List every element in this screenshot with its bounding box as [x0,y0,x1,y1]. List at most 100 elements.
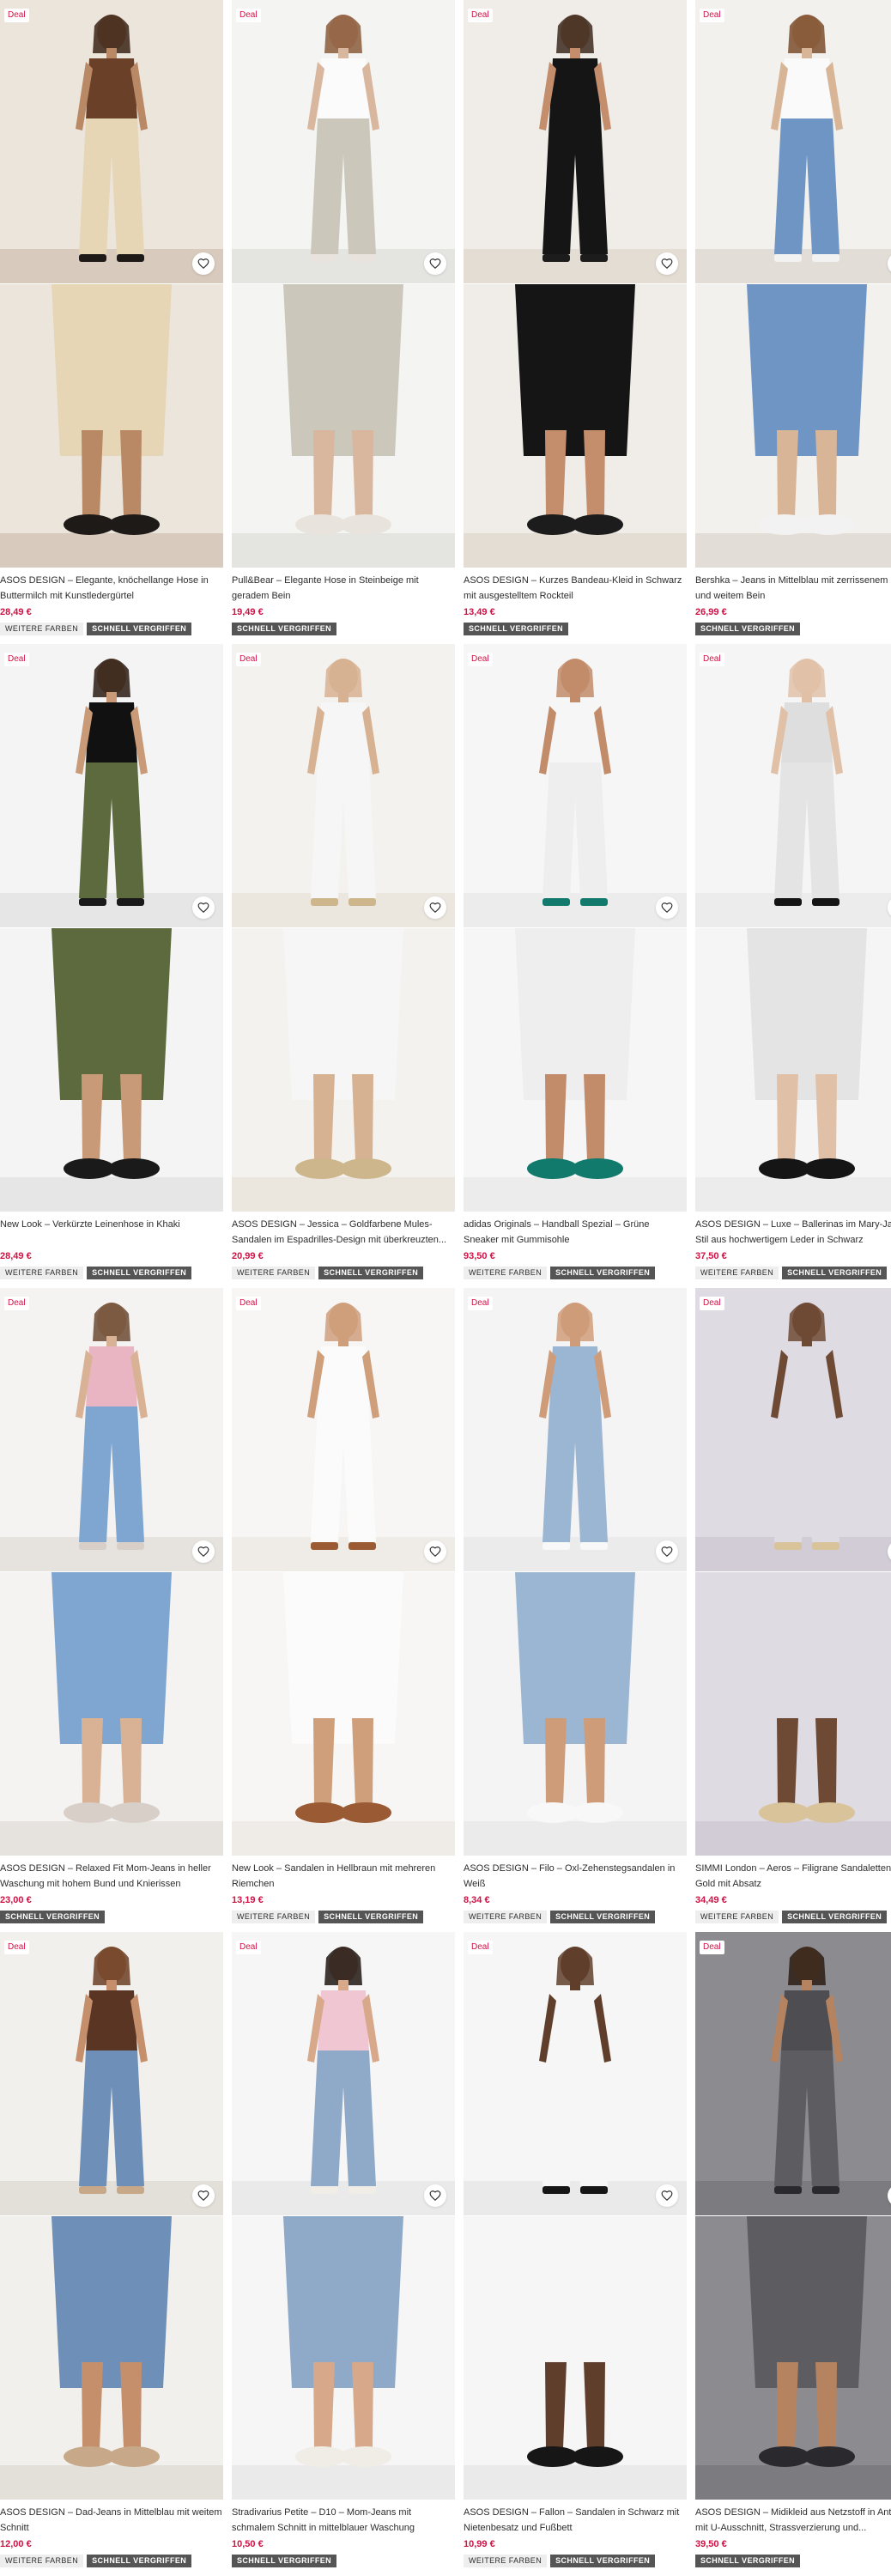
product-image-primary[interactable]: Deal [232,0,455,283]
save-for-later-button[interactable] [424,252,446,275]
product-card[interactable]: Deal Bershka – Jeans in Mittelblau mit ze… [695,0,891,635]
product-image-secondary[interactable] [0,284,223,568]
more-colours-badge[interactable]: WEITERE FARBEN [464,1267,548,1279]
more-colours-badge[interactable]: WEITERE FARBEN [232,1911,316,1923]
product-title[interactable]: Pull&Bear – Elegante Hose in Steinbeige … [232,573,455,604]
product-image-primary[interactable]: Deal [695,1932,891,2215]
product-image-primary[interactable]: Deal [464,644,687,927]
product-card[interactable]: Deal ASOS DESIGN – Dad-Jeans in Mittelbla… [0,1932,223,2567]
product-title[interactable]: New Look – Verkürzte Leinenhose in Khaki [0,1217,223,1248]
heart-outline-icon [197,902,209,914]
save-for-later-button[interactable] [656,252,678,275]
product-image-secondary[interactable] [464,1572,687,1856]
product-image-secondary[interactable] [232,284,455,568]
more-colours-badge[interactable]: WEITERE FARBEN [0,2555,84,2567]
product-title[interactable]: SIMMI London – Aeros – Filigrane Sandale… [695,1861,891,1892]
product-image-primary[interactable]: Deal [232,1288,455,1571]
product-title[interactable]: ASOS DESIGN – Jessica – Goldfarbene Mule… [232,1217,455,1248]
product-card[interactable]: Deal New Look – Verkürzte Leinenhose in K… [0,644,223,1279]
product-title[interactable]: ASOS DESIGN – Elegante, knöchellange Hos… [0,573,223,604]
product-image-primary[interactable]: Deal [695,1288,891,1571]
product-title[interactable]: New Look – Sandalen in Hellbraun mit meh… [232,1861,455,1892]
more-colours-badge[interactable]: WEITERE FARBEN [0,1267,84,1279]
more-colours-badge[interactable]: WEITERE FARBEN [232,1267,316,1279]
heart-outline-icon [429,902,441,914]
product-image-secondary[interactable] [232,1572,455,1856]
product-image-primary[interactable]: Deal [464,0,687,283]
product-image-primary[interactable]: Deal [0,1932,223,2215]
product-card[interactable]: Deal ASOS DESIGN – Filo – Oxl-Zehenstegsa… [464,1288,687,1923]
product-image-primary[interactable]: Deal [0,1288,223,1571]
more-colours-badge[interactable]: WEITERE FARBEN [464,1911,548,1923]
product-image-primary[interactable]: Deal [695,0,891,283]
deal-badge: Deal [468,653,493,666]
product-image-secondary[interactable] [0,1572,223,1856]
product-card[interactable]: Deal ASOS DESIGN – Relaxed Fit Mom-Jeans … [0,1288,223,1923]
product-card[interactable]: Deal ASOS DESIGN – Midikleid aus Netzstof… [695,1932,891,2567]
product-card[interactable]: Deal adidas Originals – Handball Spezial … [464,644,687,1279]
product-card[interactable]: Deal ASOS DESIGN – Elegante, knöchellange… [0,0,223,635]
product-image-primary[interactable]: Deal [464,1932,687,2215]
product-title[interactable]: ASOS DESIGN – Relaxed Fit Mom-Jeans in h… [0,1861,223,1892]
product-image-secondary[interactable] [695,284,891,568]
product-title[interactable]: ASOS DESIGN – Midikleid aus Netzstoff in… [695,2505,891,2536]
product-image-secondary[interactable] [695,1572,891,1856]
product-image-secondary[interactable] [695,928,891,1212]
save-for-later-button[interactable] [192,1540,215,1563]
selling-fast-badge: SCHNELL VERGRIFFEN [550,2555,656,2567]
more-colours-badge[interactable]: WEITERE FARBEN [464,2555,548,2567]
product-image-secondary[interactable] [0,928,223,1212]
save-for-later-button[interactable] [424,896,446,919]
product-image-secondary[interactable] [464,928,687,1212]
save-for-later-button[interactable] [192,2184,215,2207]
product-image-secondary[interactable] [464,2216,687,2500]
product-card[interactable]: Deal ASOS DESIGN – Luxe – Ballerinas im M… [695,644,891,1279]
product-image-secondary[interactable] [464,284,687,568]
save-for-later-button[interactable] [192,252,215,275]
product-image-primary[interactable]: Deal [232,644,455,927]
product-card[interactable]: Deal SIMMI London – Aeros – Filigrane San… [695,1288,891,1923]
product-image-primary[interactable]: Deal [0,0,223,283]
product-title[interactable]: ASOS DESIGN – Fallon – Sandalen in Schwa… [464,2505,687,2536]
product-card[interactable]: Deal ASOS DESIGN – Kurzes Bandeau-Kleid i… [464,0,687,635]
save-for-later-button[interactable] [656,2184,678,2207]
product-badges: WEITERE FARBEN SCHNELL VERGRIFFEN [0,1267,223,1279]
product-card[interactable]: Deal ASOS DESIGN – Fallon – Sandalen in S… [464,1932,687,2567]
deal-badge: Deal [700,1941,724,1954]
product-title[interactable]: ASOS DESIGN – Kurzes Bandeau-Kleid in Sc… [464,573,687,604]
product-price: 23,00 € [0,1895,32,1905]
product-image-primary[interactable]: Deal [695,644,891,927]
product-image-secondary[interactable] [232,928,455,1212]
product-card[interactable]: Deal Pull&Bear – Elegante Hose in Steinbe… [232,0,455,635]
more-colours-badge[interactable]: WEITERE FARBEN [695,1267,779,1279]
product-title[interactable]: ASOS DESIGN – Filo – Oxl-Zehenstegsandal… [464,1861,687,1892]
product-card[interactable]: Deal ASOS DESIGN – Jessica – Goldfarbene … [232,644,455,1279]
product-title[interactable]: Bershka – Jeans in Mittelblau mit zerris… [695,573,891,604]
product-title[interactable]: Stradivarius Petite – D10 – Mom-Jeans mi… [232,2505,455,2536]
save-for-later-button[interactable] [656,896,678,919]
product-photo [695,1288,891,1571]
product-image-secondary[interactable] [0,2216,223,2500]
product-badges: WEITERE FARBEN SCHNELL VERGRIFFEN [464,2555,687,2567]
product-title[interactable]: adidas Originals – Handball Spezial – Gr… [464,1217,687,1248]
more-colours-badge[interactable]: WEITERE FARBEN [0,623,84,635]
more-colours-badge[interactable]: WEITERE FARBEN [695,1911,779,1923]
product-card[interactable]: Deal Stradivarius Petite – D10 – Mom-Jean… [232,1932,455,2567]
product-image-primary[interactable]: Deal [464,1288,687,1571]
product-badges: WEITERE FARBEN SCHNELL VERGRIFFEN [695,1911,891,1923]
save-for-later-button[interactable] [424,2184,446,2207]
product-image-secondary[interactable] [695,2216,891,2500]
product-image-secondary[interactable] [232,2216,455,2500]
product-title[interactable]: ASOS DESIGN – Luxe – Ballerinas im Mary-… [695,1217,891,1248]
save-for-later-button[interactable] [192,896,215,919]
selling-fast-badge: SCHNELL VERGRIFFEN [550,1267,656,1279]
product-image-primary[interactable]: Deal [232,1932,455,2215]
save-for-later-button[interactable] [656,1540,678,1563]
product-info: Bershka – Jeans in Mittelblau mit zerris… [695,568,891,635]
product-photo [0,928,223,1212]
product-badges: WEITERE FARBEN SCHNELL VERGRIFFEN [0,2555,223,2567]
product-title[interactable]: ASOS DESIGN – Dad-Jeans in Mittelblau mi… [0,2505,223,2536]
product-image-primary[interactable]: Deal [0,644,223,927]
product-card[interactable]: Deal New Look – Sandalen in Hellbraun mit… [232,1288,455,1923]
save-for-later-button[interactable] [424,1540,446,1563]
